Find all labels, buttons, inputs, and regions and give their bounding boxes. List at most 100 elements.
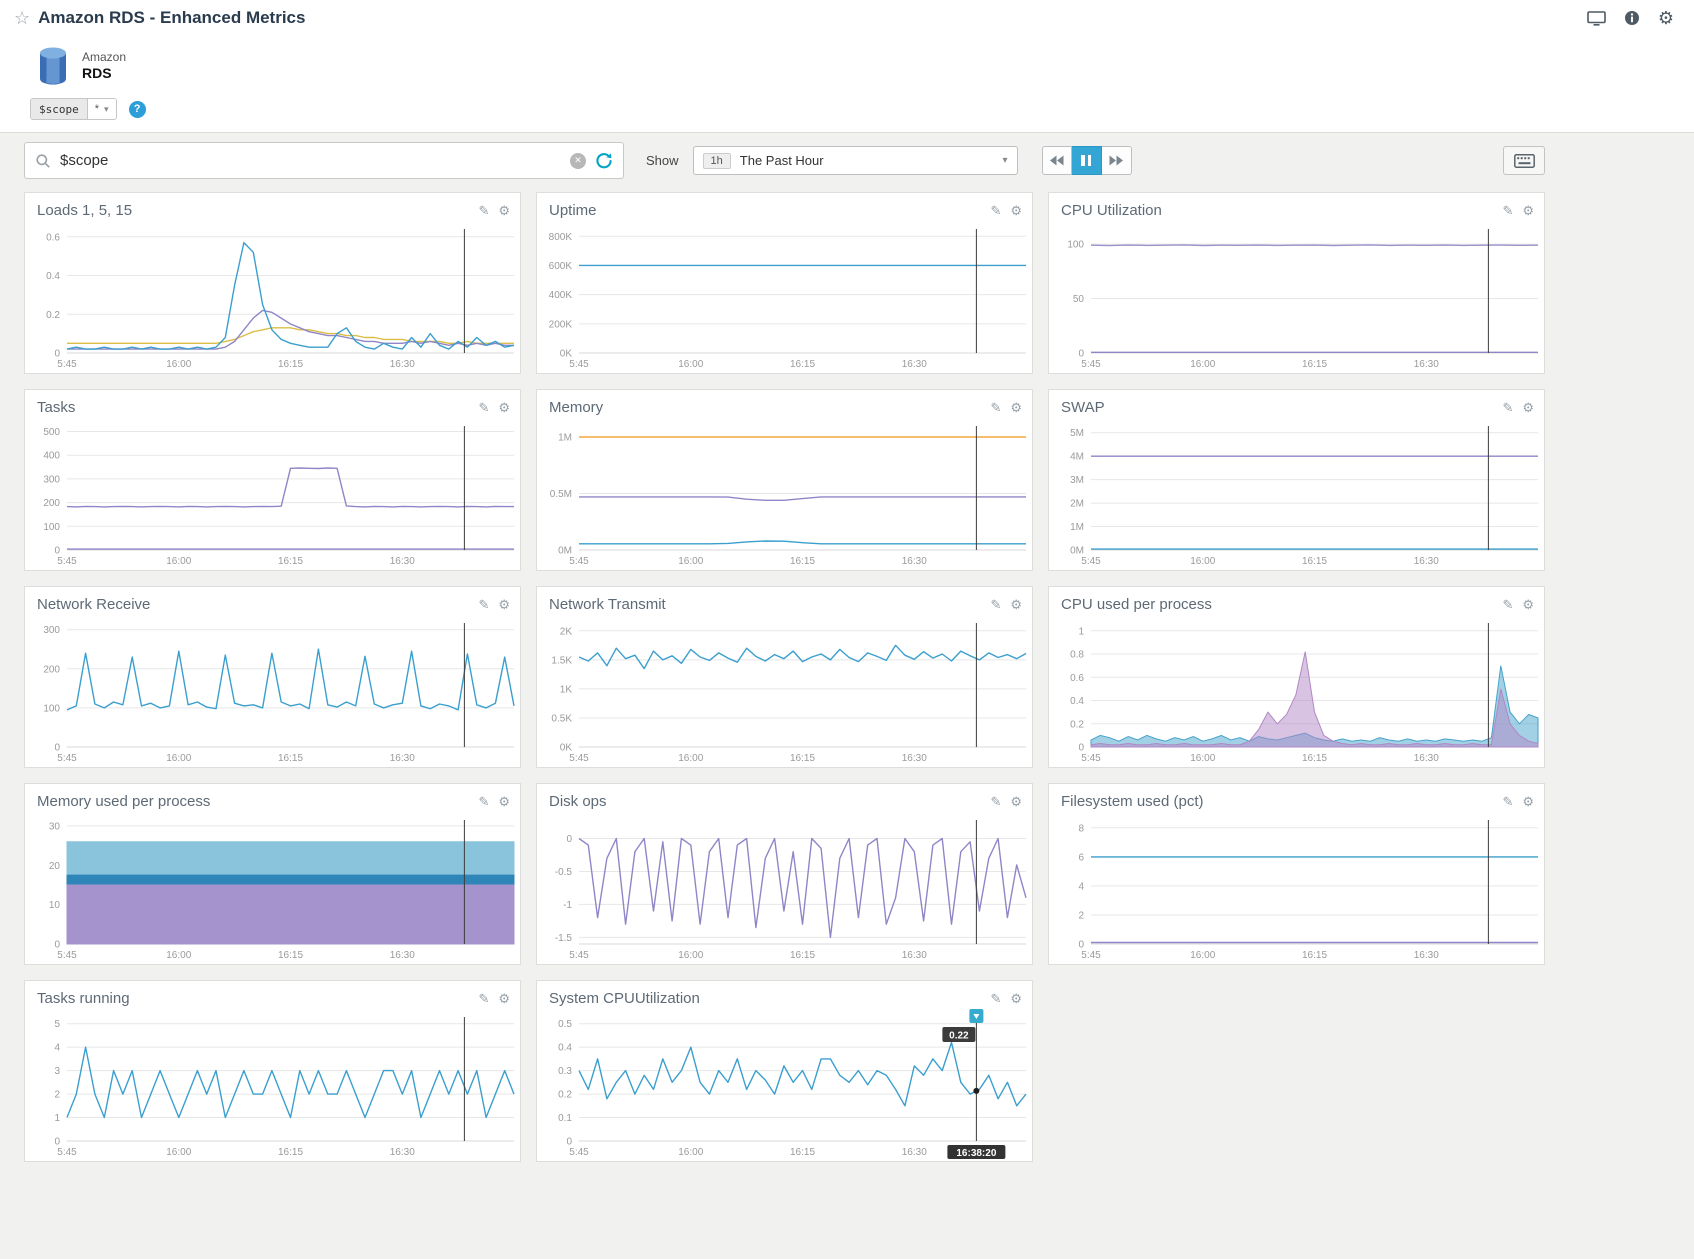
edit-chart-icon[interactable]: ✎: [990, 203, 1001, 219]
chart-settings-icon[interactable]: ⚙: [498, 597, 510, 613]
chart-settings-icon[interactable]: ⚙: [498, 400, 510, 416]
chart-settings-icon[interactable]: ⚙: [1010, 400, 1022, 416]
chart-plot[interactable]: 01002003005:4516:0016:1516:30: [25, 615, 520, 767]
chart-settings-icon[interactable]: ⚙: [498, 203, 510, 219]
pause-button[interactable]: [1072, 146, 1102, 175]
svg-text:-1: -1: [563, 900, 572, 911]
svg-text:5:45: 5:45: [57, 556, 77, 567]
chart-settings-icon[interactable]: ⚙: [1010, 597, 1022, 613]
svg-text:16:15: 16:15: [790, 950, 815, 961]
chart-plot[interactable]: 0M0.5M1M5:4516:0016:1516:30: [537, 418, 1032, 570]
svg-text:16:15: 16:15: [278, 753, 303, 764]
chart-plot[interactable]: 01020305:4516:0016:1516:30: [25, 812, 520, 964]
chart-plot[interactable]: 00.20.40.65:4516:0016:1516:30: [25, 221, 520, 373]
chart-plot[interactable]: 0501005:4516:0016:1516:30: [1049, 221, 1544, 373]
chart-settings-icon[interactable]: ⚙: [1010, 991, 1022, 1007]
edit-chart-icon[interactable]: ✎: [478, 203, 489, 219]
chart-title: Network Receive: [37, 596, 150, 613]
charts-grid: Loads 1, 5, 15✎⚙00.20.40.65:4516:0016:15…: [24, 188, 1545, 1182]
edit-chart-icon[interactable]: ✎: [478, 400, 489, 416]
svg-text:1: 1: [54, 1113, 60, 1124]
keyboard-shortcuts-button[interactable]: [1503, 146, 1545, 175]
chart-settings-icon[interactable]: ⚙: [1522, 400, 1534, 416]
svg-text:500: 500: [43, 427, 60, 438]
chart-plot[interactable]: 024685:4516:0016:1516:30: [1049, 812, 1544, 964]
chart-settings-icon[interactable]: ⚙: [1522, 794, 1534, 810]
edit-chart-icon[interactable]: ✎: [990, 991, 1001, 1007]
edit-chart-icon[interactable]: ✎: [990, 400, 1001, 416]
chart-title: Disk ops: [549, 793, 607, 810]
chart-card-network-receive: Network Receive ✎ ⚙ 01002003005:4516:0016:1…: [24, 586, 521, 768]
skip-back-button[interactable]: [1042, 146, 1072, 175]
svg-text:16:30: 16:30: [1414, 556, 1439, 567]
chart-plot[interactable]: 0123455:4516:0016:1516:30: [25, 1009, 520, 1161]
svg-text:2: 2: [54, 1090, 60, 1101]
chart-settings-icon[interactable]: ⚙: [498, 991, 510, 1007]
settings-gear-icon[interactable]: ⚙: [1658, 9, 1674, 27]
edit-chart-icon[interactable]: ✎: [478, 597, 489, 613]
svg-text:16:00: 16:00: [678, 753, 703, 764]
svg-text:16:15: 16:15: [790, 1147, 815, 1158]
chart-card-swap: SWAP✎⚙0M1M2M3M4M5M5:4516:0016:1516:30: [1048, 389, 1545, 571]
show-label: Show: [646, 153, 679, 168]
chart-plot[interactable]: 0K0.5K1K1.5K2K5:4516:0016:1516:30: [537, 615, 1032, 767]
svg-text:16:15: 16:15: [1302, 950, 1327, 961]
svg-text:0: 0: [54, 940, 60, 951]
edit-chart-icon[interactable]: ✎: [1502, 597, 1513, 613]
svg-text:5M: 5M: [1070, 428, 1084, 439]
chart-plot[interactable]: 00.10.20.30.40.55:4516:0016:1516:300.221…: [537, 1009, 1032, 1161]
chart-settings-icon[interactable]: ⚙: [1010, 203, 1022, 219]
chart-title: Memory used per process: [37, 793, 210, 810]
favorite-star-icon[interactable]: ☆: [14, 8, 30, 29]
edit-chart-icon[interactable]: ✎: [478, 794, 489, 810]
skip-forward-button[interactable]: [1102, 146, 1132, 175]
chart-plot[interactable]: 01002003004005005:4516:0016:1516:30: [25, 418, 520, 570]
chart-settings-icon[interactable]: ⚙: [1010, 794, 1022, 810]
info-icon[interactable]: [1624, 10, 1640, 26]
refresh-icon[interactable]: [595, 152, 613, 170]
svg-text:16:30: 16:30: [390, 359, 415, 370]
chart-plot[interactable]: 0K200K400K600K800K5:4516:0016:1516:30: [537, 221, 1032, 373]
time-range-badge: 1h: [703, 153, 731, 169]
svg-text:16:30: 16:30: [902, 1147, 927, 1158]
chart-title: Uptime: [549, 202, 597, 219]
chart-card-memory: Memory✎⚙0M0.5M1M5:4516:0016:1516:30: [536, 389, 1033, 571]
chevron-down-icon: ▾: [1003, 155, 1008, 166]
search-icon: [35, 153, 51, 169]
svg-text:800K: 800K: [549, 232, 573, 243]
brand-line2: RDS: [82, 65, 126, 81]
svg-text:16:30: 16:30: [390, 556, 415, 567]
svg-text:16:30: 16:30: [902, 359, 927, 370]
chart-settings-icon[interactable]: ⚙: [498, 794, 510, 810]
edit-chart-icon[interactable]: ✎: [990, 794, 1001, 810]
time-range-select[interactable]: 1h The Past Hour ▾: [693, 146, 1018, 175]
chart-plot[interactable]: 0M1M2M3M4M5M5:4516:0016:1516:30: [1049, 418, 1544, 570]
chart-settings-icon[interactable]: ⚙: [1522, 203, 1534, 219]
edit-chart-icon[interactable]: ✎: [1502, 400, 1513, 416]
svg-text:5:45: 5:45: [1081, 950, 1101, 961]
edit-chart-icon[interactable]: ✎: [990, 597, 1001, 613]
svg-text:5:45: 5:45: [569, 556, 589, 567]
svg-text:0.6: 0.6: [1070, 673, 1084, 684]
search-input[interactable]: [60, 152, 561, 169]
chart-settings-icon[interactable]: ⚙: [1522, 597, 1534, 613]
svg-text:5: 5: [54, 1019, 60, 1030]
svg-text:0: 0: [54, 546, 60, 557]
svg-text:16:15: 16:15: [1302, 753, 1327, 764]
svg-text:600K: 600K: [549, 261, 573, 272]
display-icon[interactable]: [1587, 11, 1606, 26]
edit-chart-icon[interactable]: ✎: [1502, 794, 1513, 810]
svg-text:0.5: 0.5: [558, 1019, 572, 1030]
clear-search-icon[interactable]: ✕: [570, 153, 586, 169]
chart-title: Filesystem used (pct): [1061, 793, 1204, 810]
svg-text:16:30: 16:30: [390, 950, 415, 961]
svg-text:16:00: 16:00: [166, 1147, 191, 1158]
help-icon[interactable]: ?: [129, 101, 146, 118]
scope-variable-select[interactable]: * ▾: [88, 99, 116, 119]
svg-text:400: 400: [43, 451, 60, 462]
edit-chart-icon[interactable]: ✎: [1502, 203, 1513, 219]
svg-text:0: 0: [1078, 349, 1084, 360]
edit-chart-icon[interactable]: ✎: [478, 991, 489, 1007]
chart-plot[interactable]: 0-0.5-1-1.55:4516:0016:1516:30: [537, 812, 1032, 964]
chart-plot[interactable]: 00.20.40.60.815:4516:0016:1516:30: [1049, 615, 1544, 767]
